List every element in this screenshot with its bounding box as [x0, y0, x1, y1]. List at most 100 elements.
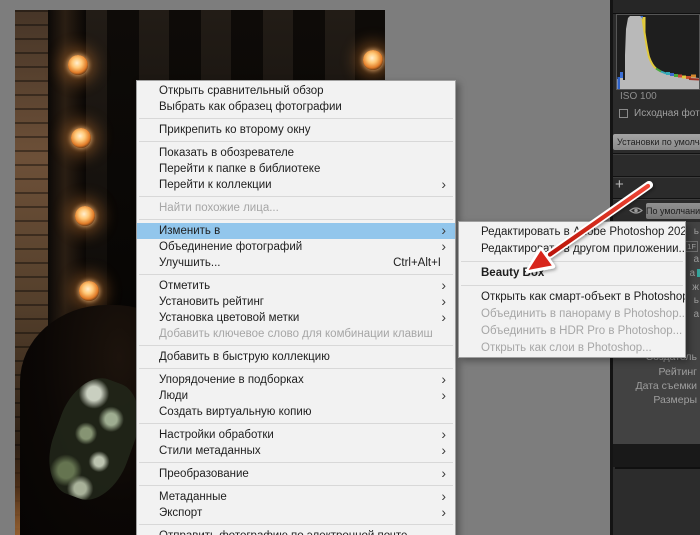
photo-light-bulb: [75, 206, 95, 226]
menu-item-label: Открыть как слои в Photoshop...: [481, 342, 652, 354]
menu-item-find-similar-faces: Найти похожие лица...: [137, 200, 455, 216]
menu-item-go-to-collection[interactable]: Перейти к коллекции ›: [137, 177, 455, 193]
menu-item-enhance[interactable]: Ctrl+Alt+I Улучшить...: [137, 255, 455, 271]
clipped-label-fragment: ь: [693, 226, 699, 237]
menu-item-photo-merge[interactable]: Объединение фотографий ›: [137, 239, 455, 255]
chevron-right-icon: ›: [441, 238, 446, 254]
menu-item-set-flag[interactable]: Отметить ›: [137, 278, 455, 294]
menu-item-label: Создать виртуальную копию: [159, 406, 312, 418]
menu-item-label: Люди: [159, 390, 189, 402]
menu-item-export[interactable]: Экспорт ›: [137, 505, 455, 521]
menu-separator: [139, 345, 453, 346]
menu-item-label: Стили метаданных: [159, 445, 261, 457]
menu-item-label: Перейти к папке в библиотеке: [159, 163, 321, 175]
menu-separator: [139, 274, 453, 275]
context-menu: Открыть сравнительный обзор Выбрать как …: [136, 80, 456, 535]
chevron-right-icon: ›: [441, 426, 446, 442]
menu-item-add-to-quick-collection[interactable]: Добавить в быструю коллекцию: [137, 349, 455, 365]
lightroom-screenshot: ISO 100 Исходная фотография Установки по…: [0, 0, 700, 535]
menu-item-transform[interactable]: Преобразование ›: [137, 466, 455, 482]
edit-in-submenu: Редактировать в Adobe Photoshop 2023... …: [458, 221, 686, 358]
histogram-chart: [617, 16, 699, 89]
panel-top-strip: [613, 0, 700, 14]
menu-item-label: Объединение фотографий: [159, 241, 303, 253]
menu-item-label: Показать в обозревателе: [159, 147, 295, 159]
menu-item-create-virtual-copy[interactable]: Создать виртуальную копию: [137, 404, 455, 420]
menu-item-email-photo[interactable]: Отправить фотографию по электронной почт…: [137, 528, 455, 535]
menu-item-go-to-folder-in-library[interactable]: Перейти к папке в библиотеке: [137, 161, 455, 177]
submenu-item-edit-in-photoshop-2023[interactable]: Редактировать в Adobe Photoshop 2023...: [459, 224, 685, 241]
menu-item-shortcut: Ctrl+Alt+I: [393, 257, 441, 269]
menu-separator: [139, 118, 453, 119]
menu-item-label: Изменить в: [159, 225, 221, 237]
menu-item-label: Добавить ключевое слово для комбинации к…: [159, 328, 433, 340]
submenu-item-merge-to-hdr-pro: Объединить в HDR Pro в Photoshop...: [459, 323, 685, 340]
submenu-item-edit-in-other-application[interactable]: Редактировать в другом приложении...: [459, 241, 685, 258]
default-settings-bar[interactable]: Установки по умолчанию: [613, 134, 700, 150]
menu-item-label: Перейти к коллекции: [159, 179, 272, 191]
menu-item-label: Улучшить...: [159, 257, 221, 269]
menu-item-label: Экспорт: [159, 507, 203, 519]
clipped-label-fragment: ж: [692, 282, 699, 293]
menu-item-develop-settings[interactable]: Настройки обработки ›: [137, 427, 455, 443]
menu-item-edit-in[interactable]: Изменить в ›: [137, 223, 455, 239]
menu-item-lock-to-second-window[interactable]: Прикрепить ко второму окну: [137, 122, 455, 138]
menu-item-label: Beauty Box: [481, 267, 545, 279]
original-photo-row[interactable]: Исходная фотография: [619, 108, 700, 120]
menu-item-set-as-target-photo[interactable]: Выбрать как образец фотографии: [137, 99, 455, 115]
menu-item-people[interactable]: Люди ›: [137, 388, 455, 404]
menu-item-metadata[interactable]: Метаданные ›: [137, 489, 455, 505]
submenu-item-open-as-smart-object[interactable]: Открыть как смарт-объект в Photoshop...: [459, 289, 685, 306]
menu-item-label: Объединить в панораму в Photoshop...: [481, 308, 686, 320]
histogram-panel: [616, 14, 700, 90]
metadata-label-rating: Рейтинг: [658, 366, 697, 378]
chevron-right-icon: ›: [441, 222, 446, 238]
photo-light-bulb: [68, 55, 88, 75]
submenu-item-beauty-box[interactable]: Beauty Box: [459, 265, 685, 282]
menu-separator: [139, 196, 453, 197]
chevron-right-icon: ›: [441, 387, 446, 403]
menu-item-label: Отметить: [159, 280, 211, 292]
menu-item-label: Настройки обработки: [159, 429, 274, 441]
panel-divider: [613, 198, 700, 199]
menu-separator: [139, 524, 453, 525]
menu-item-label: Преобразование: [159, 468, 249, 480]
menu-item-label: Редактировать в другом приложении...: [481, 243, 686, 255]
menu-item-label: Метаданные: [159, 491, 227, 503]
menu-item-open-compare-view[interactable]: Открыть сравнительный обзор: [137, 83, 455, 99]
menu-item-label: Упорядочение в подборках: [159, 374, 304, 386]
chevron-right-icon: ›: [441, 442, 446, 458]
chevron-right-icon: ›: [441, 371, 446, 387]
menu-separator: [139, 423, 453, 424]
menu-item-label: Установить рейтинг: [159, 296, 265, 308]
photo-light-bulb: [71, 128, 91, 148]
original-photo-checkbox[interactable]: [619, 109, 628, 118]
menu-separator: [139, 462, 453, 463]
chevron-right-icon: ›: [441, 465, 446, 481]
menu-item-stacking[interactable]: Упорядочение в подборках ›: [137, 372, 455, 388]
iso-value: ISO 100: [620, 91, 657, 102]
clipped-badge-fragment: 1F: [685, 241, 698, 252]
submenu-item-open-as-layers: Открыть как слои в Photoshop...: [459, 340, 685, 357]
menu-item-metadata-presets[interactable]: Стили метаданных ›: [137, 443, 455, 459]
chevron-right-icon: ›: [441, 488, 446, 504]
chevron-right-icon: ›: [441, 176, 446, 192]
preset-dropdown[interactable]: По умолчанию: [646, 203, 700, 219]
chevron-right-icon: ›: [441, 293, 446, 309]
menu-item-set-color-label[interactable]: Установка цветовой метки ›: [137, 310, 455, 326]
clipped-label-fragment: а: [689, 268, 695, 279]
eye-icon[interactable]: [629, 205, 643, 216]
menu-item-label: Прикрепить ко второму окну: [159, 124, 311, 136]
menu-item-label: Добавить в быструю коллекцию: [159, 351, 330, 363]
add-preset-icon[interactable]: +: [615, 177, 624, 192]
panel-divider: [613, 176, 700, 177]
panel-gap: [613, 444, 700, 467]
panel-divider: [613, 153, 700, 154]
clipped-label-fragment: а: [693, 254, 699, 265]
menu-item-label: Открыть сравнительный обзор: [159, 85, 324, 97]
metadata-label-capture-date: Дата съемки: [635, 380, 698, 392]
menu-item-set-rating[interactable]: Установить рейтинг ›: [137, 294, 455, 310]
menu-item-show-in-explorer[interactable]: Показать в обозревателе: [137, 145, 455, 161]
chevron-right-icon: ›: [441, 504, 446, 520]
menu-item-add-shortcut-keyword: Добавить ключевое слово для комбинации к…: [137, 326, 455, 342]
